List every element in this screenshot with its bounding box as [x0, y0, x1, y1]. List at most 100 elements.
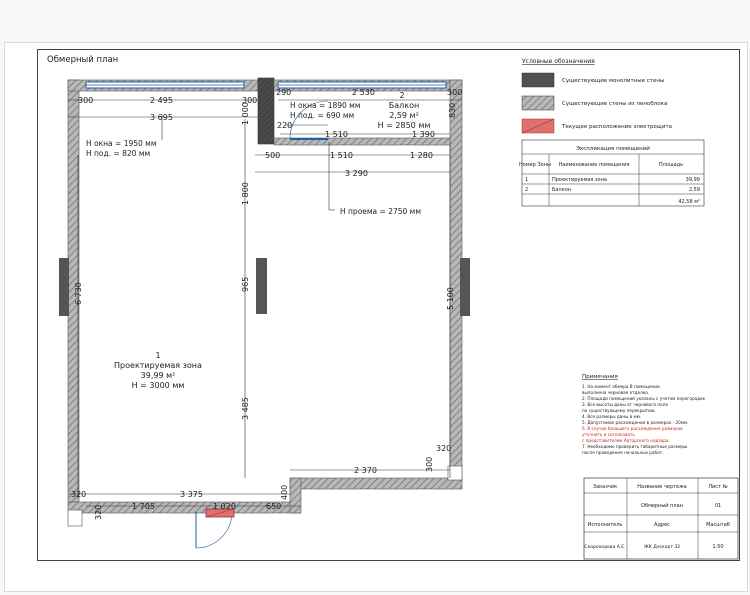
svg-text:Проектируемая зона: Проектируемая зона [114, 361, 202, 370]
stamp-address: ЖК Дескарт.32 [644, 544, 680, 550]
window-left-note: Н окна = 1950 мм Н под. = 820 мм [86, 139, 156, 158]
svg-text:Н окна = 1950 мм: Н окна = 1950 мм [86, 139, 156, 148]
dim-2495: 2 495 [150, 96, 173, 105]
dim-965: 965 [241, 277, 250, 292]
svg-text:Н под. = 690 мм: Н под. = 690 мм [290, 111, 354, 120]
dim-2370: 2 370 [354, 466, 377, 475]
stamp-author: Скороходова А.Е. [584, 544, 625, 550]
column-right [460, 258, 470, 316]
legend-label-monolith: Существующие монолитные стены [562, 78, 664, 84]
legend-swatch-monolith [521, 72, 555, 88]
svg-text:Н под. = 820 мм: Н под. = 820 мм [86, 149, 150, 158]
svg-text:39,99 м²: 39,99 м² [141, 371, 176, 380]
column-left [59, 258, 69, 316]
stamp-scale: 1:50 [712, 544, 723, 550]
dim-300-d: 300 [425, 457, 434, 472]
dim-300-c: 300 [447, 88, 462, 97]
dim-3375: 3 375 [180, 490, 203, 499]
dim-1800: 1 800 [241, 182, 250, 205]
legend-label-foamblock: Существующие стены из пеноблока [562, 101, 667, 107]
center-column [256, 258, 267, 314]
dim-1000: 1 000 [241, 102, 250, 125]
dim-5100: 5 100 [446, 287, 455, 310]
svg-text:Н = 3000 мм: Н = 3000 мм [132, 381, 185, 390]
svg-text:2: 2 [525, 187, 528, 193]
dim-2530: 2 530 [352, 88, 375, 97]
notes-list: 1. На момент обмера В помещении выполнен… [582, 384, 706, 455]
stamp-header-address: Адрес [654, 522, 670, 528]
dim-1020: 1 020 [213, 502, 236, 511]
dim-220: 220 [277, 121, 292, 130]
dim-1510-a: 1 510 [325, 130, 348, 139]
wall-bottom-right [289, 477, 463, 490]
stamp-header-scale: Масштаб [706, 522, 730, 528]
plan-title: Обмерный план [47, 55, 118, 65]
svg-text:Н окна = 1890 мм: Н окна = 1890 мм [290, 101, 360, 110]
dim-1280: 1 280 [410, 151, 433, 160]
dim-6730: 6 730 [74, 282, 83, 305]
dim-3695: 3 695 [150, 113, 173, 122]
title-block: Заказчик Название чертежа Лист № Обмерны… [583, 477, 739, 560]
dim-830: 830 [448, 103, 457, 118]
wall-partition [257, 77, 275, 145]
window-balcony-note: Н окна = 1890 мм Н под. = 690 мм [290, 101, 360, 120]
dim-300-a: 300 [78, 96, 93, 105]
stamp-header-author: Исполнитель [588, 522, 623, 528]
svg-text:Н = 2850 мм: Н = 2850 мм [378, 121, 431, 130]
svg-text:с представителем Авторского на: с представителем Авторского надзора. [582, 438, 670, 443]
dim-3485: 3 485 [241, 397, 250, 420]
svg-text:Проектируемая зона: Проектируемая зона [552, 177, 607, 183]
svg-text:39,99: 39,99 [686, 177, 700, 183]
svg-text:1: 1 [525, 177, 528, 183]
explication-title: Экспликация помещений [576, 145, 650, 152]
svg-text:2,59 м²: 2,59 м² [389, 111, 419, 120]
floor-plan-drawing: 300 2 495 300 290 2 530 300 3 695 1 000 … [47, 55, 739, 560]
dim-320-b: 320 [71, 490, 86, 499]
dim-400: 400 [280, 485, 289, 500]
svg-text:4. Все размеры даны в мм.: 4. Все размеры даны в мм. [582, 414, 641, 419]
svg-text:Балкон: Балкон [552, 187, 571, 193]
legend-swatch-foamblock [521, 95, 555, 111]
dim-650: 650 [266, 502, 281, 511]
explication-header-area: Площадь [659, 162, 683, 168]
stamp-header-client: Заказчик [593, 484, 617, 490]
svg-text:2. Площади помещений указаны с: 2. Площади помещений указаны с учетом пе… [582, 396, 706, 401]
svg-text:после проведения начальных раб: после проведения начальных работ. [582, 450, 663, 455]
dim-1390: 1 390 [412, 130, 435, 139]
svg-text:5. Допустимое расхождение в ра: 5. Допустимое расхождение в размерах - 2… [582, 420, 688, 425]
svg-text:выполнена черновая отделка.: выполнена черновая отделка. [582, 390, 649, 395]
dim-3290: 3 290 [345, 169, 368, 178]
stamp-header-sheet: Лист № [708, 484, 728, 490]
dim-1510-b: 1 510 [330, 151, 353, 160]
svg-text:Балкон: Балкон [389, 101, 419, 110]
wall-bottom-step [289, 477, 302, 514]
svg-text:42,58 м²: 42,58 м² [678, 199, 700, 205]
opening-note: Н проема = 2750 мм [340, 207, 421, 216]
stamp-drawing-name: Обмерный план [641, 502, 683, 509]
stamp-header-drawing: Название чертежа [637, 484, 686, 490]
svg-text:по существующему перекрытию.: по существующему перекрытию. [582, 408, 656, 413]
shaft-left [67, 509, 83, 527]
room-2-label: 2 Балкон 2,59 м² Н = 2850 мм [378, 91, 431, 130]
dim-290: 290 [276, 88, 291, 97]
dim-320-c: 320 [94, 505, 103, 520]
stamp-sheet-number: 01 [715, 503, 721, 509]
dim-500: 500 [265, 151, 280, 160]
explication-header-number: Номер Зоны [519, 162, 551, 168]
svg-text:2: 2 [399, 91, 404, 100]
explication-table: Экспликация помещений Номер Зоны Наимено… [519, 139, 705, 207]
legend-label-panel: Текущее расположение электрощита [561, 124, 672, 130]
svg-text:уточнить и согласовать: уточнить и согласовать [582, 432, 635, 437]
room-1-label: 1 Проектируемая зона 39,99 м² Н = 3000 м… [114, 351, 202, 390]
svg-text:3. Все высоты даны от черновог: 3. Все высоты даны от чернового пола [582, 402, 668, 407]
svg-text:6. В случае большего расхожден: 6. В случае большего расхождения размеро… [582, 426, 683, 431]
svg-text:2,59: 2,59 [689, 187, 700, 193]
legend-title: Условные обозначения [522, 58, 595, 65]
svg-text:1. На момент обмера В помещени: 1. На момент обмера В помещении [582, 384, 660, 389]
notes-title: Примечания [582, 374, 618, 380]
explication-header-name: Наименование помещения [559, 162, 630, 168]
dim-320-a: 320 [436, 444, 451, 453]
svg-text:7. Необходимо проверить габари: 7. Необходимо проверить габаритные разме… [582, 444, 687, 449]
svg-text:1: 1 [155, 351, 160, 360]
dim-1705: 1 705 [132, 502, 155, 511]
